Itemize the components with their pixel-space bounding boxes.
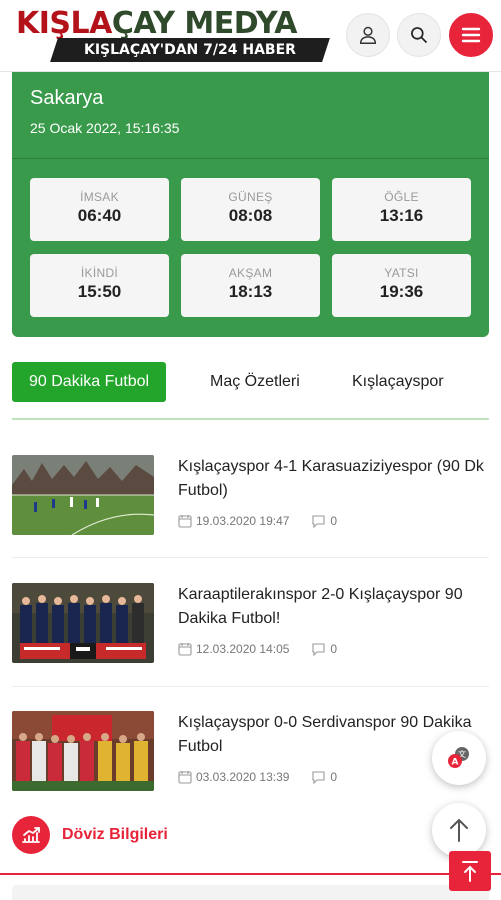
tabs-underline: [12, 418, 489, 420]
calendar-icon: [178, 643, 192, 656]
calendar-icon: [178, 515, 192, 528]
logo-tagline: KIŞLAÇAY'DAN 7/24 HABER: [50, 38, 330, 62]
news-comment-count: 0: [330, 642, 338, 656]
arrow-up-icon: [450, 818, 468, 842]
prayer-divider: [12, 158, 489, 159]
logo-title: KIŞLAÇAY MEDYA: [16, 6, 298, 41]
comment-icon: [312, 515, 325, 528]
prayer-tile-ikindi: İKİNDİ 15:50: [30, 254, 169, 317]
news-date: 12.03.2020 14:05: [196, 642, 290, 656]
search-icon: [411, 27, 428, 44]
calendar-icon: [178, 771, 192, 784]
news-meta: 19.03.2020 19:47 0: [178, 514, 337, 528]
section-divider-red: [0, 873, 501, 875]
news-thumbnail[interactable]: [12, 583, 154, 663]
tab-kislacayspor[interactable]: Kışlaçayspor: [352, 362, 444, 402]
news-thumbnail[interactable]: [12, 455, 154, 535]
prayer-times-card: Sakarya 25 Ocak 2022, 15:16:35 İMSAK 06:…: [12, 72, 489, 337]
news-meta: 12.03.2020 14:05 0: [178, 642, 337, 656]
news-comment-count: 0: [330, 770, 338, 784]
news-thumbnail[interactable]: [12, 711, 154, 791]
top-header: KIŞLAÇAY MEDYA KIŞLAÇAY'DAN 7/24 HABER: [0, 0, 501, 72]
tab-mac-ozetleri[interactable]: Maç Özetleri: [210, 362, 300, 402]
chart-icon-badge: [12, 816, 50, 854]
news-item[interactable]: Kışlaçayspor 4-1 Karasuaziziyespor (90 D…: [12, 455, 489, 555]
scroll-up-fab[interactable]: [432, 803, 486, 857]
translate-button[interactable]: 文 A: [432, 731, 486, 785]
prayer-tile-imsak: İMSAK 06:40: [30, 178, 169, 241]
news-separator: [12, 686, 489, 687]
news-item[interactable]: Karaaptilerakınspor 2-0 Kışlaçayspor 90 …: [12, 583, 489, 683]
comment-icon: [312, 771, 325, 784]
user-icon: [359, 26, 377, 44]
back-to-top-button[interactable]: [449, 851, 491, 891]
news-date: 19.03.2020 19:47: [196, 514, 290, 528]
prayer-tile-gunes: GÜNEŞ 08:08: [181, 178, 320, 241]
site-logo[interactable]: KIŞLAÇAY MEDYA KIŞLAÇAY'DAN 7/24 HABER: [14, 6, 330, 66]
svg-text:A: A: [452, 758, 459, 768]
prayer-tile-yatsi: YATSI 19:36: [332, 254, 471, 317]
user-button[interactable]: [346, 13, 390, 57]
category-tabs: 90 Dakika Futbol Maç Özetleri Kışlaçaysp…: [12, 362, 489, 402]
news-comment-count: 0: [330, 514, 338, 528]
rising-chart-icon: [22, 827, 40, 843]
search-button[interactable]: [397, 13, 441, 57]
news-meta: 03.03.2020 13:39 0: [178, 770, 337, 784]
news-date: 03.03.2020 13:39: [196, 770, 290, 784]
doviz-section-header[interactable]: Döviz Bilgileri: [12, 815, 168, 855]
news-item[interactable]: Kışlaçayspor 0-0 Serdivanspor 90 Dakika …: [12, 711, 489, 811]
comment-icon: [312, 643, 325, 656]
news-separator: [12, 557, 489, 558]
prayer-tile-ogle: ÖĞLE 13:16: [332, 178, 471, 241]
news-title[interactable]: Karaaptilerakınspor 2-0 Kışlaçayspor 90 …: [178, 583, 489, 631]
prayer-city: Sakarya: [30, 87, 104, 109]
tab-90-dakika-futbol[interactable]: 90 Dakika Futbol: [12, 362, 167, 402]
hamburger-menu-icon: [461, 27, 481, 43]
doviz-label: Döviz Bilgileri: [62, 826, 168, 843]
news-title[interactable]: Kışlaçayspor 4-1 Karasuaziziyespor (90 D…: [178, 455, 489, 503]
prayer-datetime: 25 Ocak 2022, 15:16:35: [30, 120, 180, 136]
translate-icon: 文 A: [448, 747, 469, 768]
arrow-to-top-icon: [462, 861, 478, 882]
prayer-tile-aksam: AKŞAM 18:13: [181, 254, 320, 317]
menu-button[interactable]: [449, 13, 493, 57]
next-section-card: [12, 885, 489, 900]
